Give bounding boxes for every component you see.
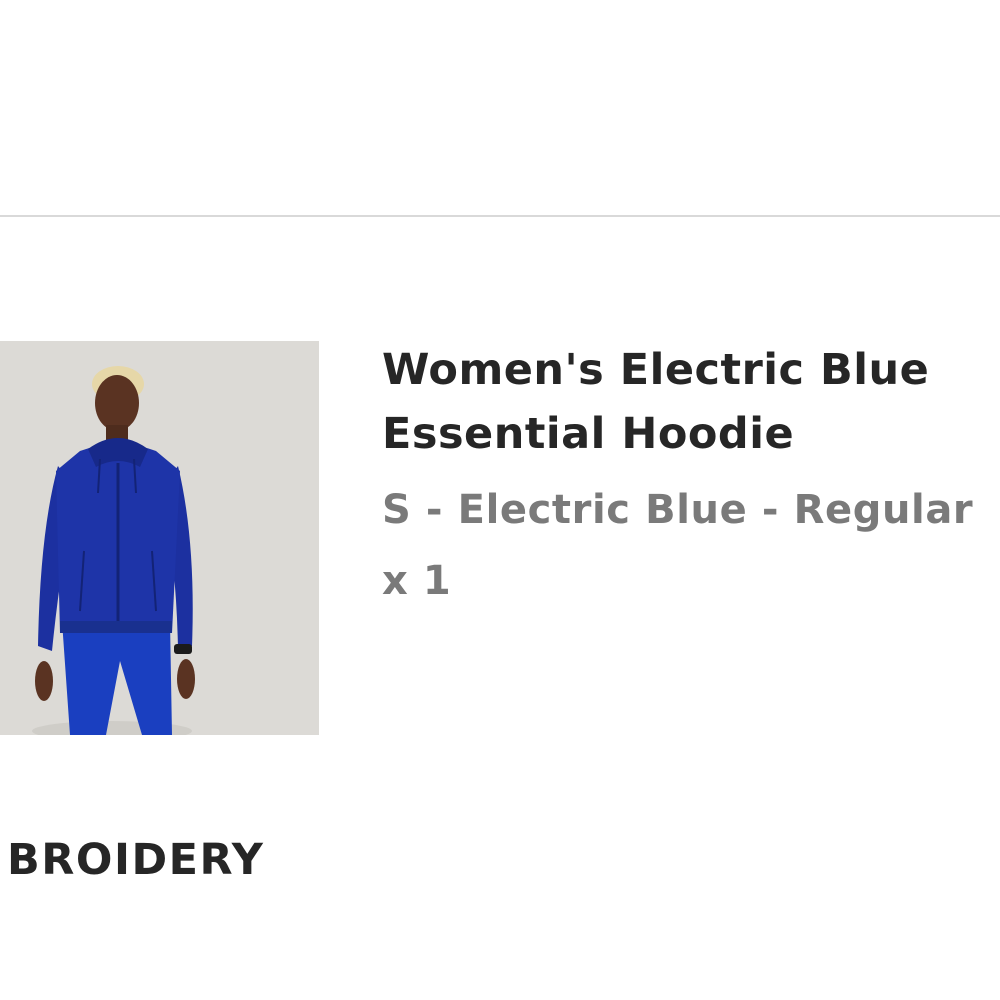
header-divider <box>0 215 1000 217</box>
product-title-line1: Women's Electric Blue <box>382 345 930 395</box>
product-title-line2: Essential Hoodie <box>382 409 795 459</box>
product-title[interactable]: Women's Electric Blue Essential Hoodie <box>382 338 1000 466</box>
page: Women's Electric Blue Essential Hoodie S… <box>0 0 1000 1000</box>
product-image[interactable] <box>0 341 319 735</box>
section-heading: BROIDERY <box>7 835 265 885</box>
product-quantity: x 1 <box>382 558 452 604</box>
product-variant: S - Electric Blue - Regular <box>382 487 974 533</box>
product-photo-illustration <box>0 341 319 735</box>
